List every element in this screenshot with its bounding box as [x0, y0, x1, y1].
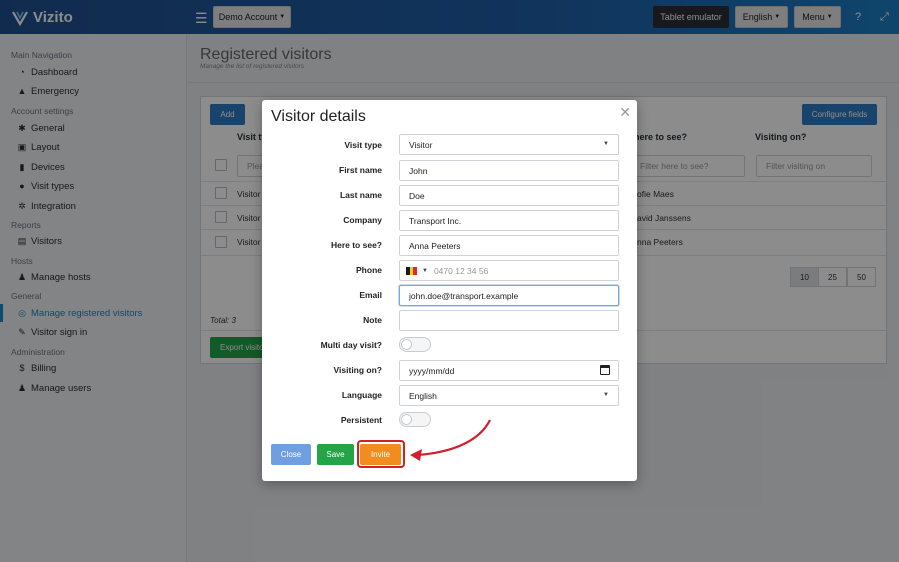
- phone-label: Phone: [356, 265, 382, 275]
- host-label: Here to see?: [330, 240, 382, 250]
- toggle-knob: [401, 339, 412, 350]
- visiting-on-label: Visiting on?: [333, 365, 382, 375]
- host-field[interactable]: Anna Peeters: [399, 235, 619, 256]
- note-label: Note: [363, 315, 382, 325]
- select-value: Visitor: [409, 139, 433, 150]
- multi-day-toggle[interactable]: [399, 337, 431, 352]
- close-icon[interactable]: ✕: [619, 104, 631, 121]
- last-name-label: Last name: [339, 190, 382, 200]
- save-button[interactable]: Save: [317, 444, 354, 465]
- visiting-on-date-field[interactable]: yyyy/mm/dd: [399, 360, 619, 381]
- close-label: Close: [280, 450, 302, 459]
- visit-type-label: Visit type: [344, 140, 382, 150]
- annotation-arrow-icon: [410, 419, 491, 461]
- language-label: Language: [341, 390, 382, 400]
- modal-title: Visitor details: [271, 108, 366, 125]
- phone-field[interactable]: ▼ 0470 12 34 56: [399, 260, 619, 281]
- close-button[interactable]: Close: [271, 444, 311, 465]
- select-value: English: [409, 390, 437, 401]
- date-placeholder: yyyy/mm/dd: [409, 365, 455, 376]
- field-value: john.doe@transport.example: [409, 290, 519, 301]
- multi-day-label: Multi day visit?: [320, 340, 382, 350]
- note-field[interactable]: [399, 310, 619, 331]
- field-value: Doe: [409, 190, 425, 201]
- caret-down-icon: ▼: [603, 141, 609, 147]
- phone-placeholder: 0470 12 34 56: [433, 265, 489, 276]
- persistent-label: Persistent: [340, 415, 382, 425]
- field-value: Anna Peeters: [409, 240, 461, 251]
- last-name-field[interactable]: Doe: [399, 185, 619, 206]
- caret-down-icon: ▼: [422, 267, 428, 274]
- first-name-field[interactable]: John: [399, 160, 619, 181]
- email-field[interactable]: john.doe@transport.example: [399, 285, 619, 306]
- save-label: Save: [326, 450, 345, 459]
- visit-type-select[interactable]: Visitor ▼: [399, 134, 619, 155]
- belgium-flag-icon[interactable]: [406, 266, 418, 275]
- calendar-icon[interactable]: [600, 365, 610, 375]
- field-value: John: [409, 165, 428, 176]
- field-value: Transport Inc.: [409, 215, 462, 226]
- language-select[interactable]: English ▼: [399, 385, 619, 406]
- invite-highlight-box: [357, 440, 405, 468]
- company-field[interactable]: Transport Inc.: [399, 210, 619, 231]
- first-name-label: First name: [339, 165, 382, 175]
- company-label: Company: [343, 215, 382, 225]
- caret-down-icon: ▼: [603, 392, 609, 398]
- email-label: Email: [359, 290, 382, 300]
